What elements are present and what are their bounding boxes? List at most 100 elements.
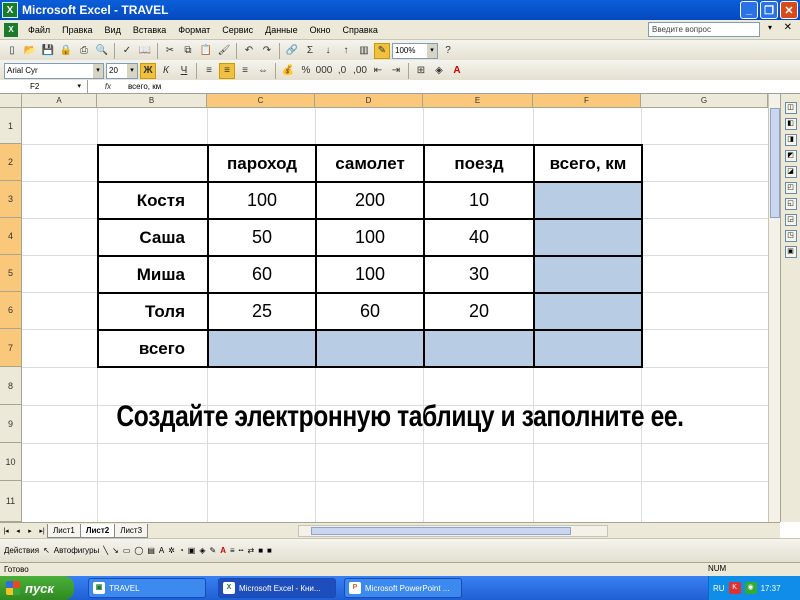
document-close-icon[interactable]: ✕ xyxy=(784,22,792,33)
close-button[interactable]: ✕ xyxy=(780,1,798,19)
permission-icon[interactable]: 🔒 xyxy=(58,43,74,59)
row-header-6[interactable]: 6 xyxy=(0,292,22,329)
name-box[interactable]: F2 ▾ xyxy=(0,79,88,94)
font-color-icon[interactable]: A xyxy=(220,546,226,555)
table-cell[interactable]: 100 xyxy=(207,181,317,220)
total-km-cell[interactable] xyxy=(533,218,643,257)
redo-icon[interactable]: ↷ xyxy=(259,43,275,59)
menu-view[interactable]: Вид xyxy=(99,25,127,35)
vertical-scrollbar[interactable] xyxy=(768,94,780,522)
font-size-select[interactable]: 20 ▾ xyxy=(106,62,138,79)
help-icon[interactable]: ? xyxy=(440,43,456,59)
table-cell[interactable]: 100 xyxy=(315,255,425,294)
insert-function-icon[interactable]: fx xyxy=(88,82,128,91)
total-row-label[interactable]: всего xyxy=(97,329,209,368)
draw-actions-menu[interactable]: Действия xyxy=(4,546,39,555)
line-color-icon[interactable]: ✎ xyxy=(210,546,217,555)
total-km-cell[interactable] xyxy=(533,255,643,294)
align-left-icon[interactable]: ≡ xyxy=(201,63,217,79)
picture-icon[interactable]: ▣ xyxy=(188,546,196,555)
menu-tools[interactable]: Сервис xyxy=(216,25,259,35)
save-icon[interactable]: 💾 xyxy=(40,43,56,59)
autoshapes-menu[interactable]: Автофигуры xyxy=(54,546,100,555)
excel-doc-icon[interactable]: X xyxy=(4,22,18,37)
decrease-decimal-icon[interactable]: ,00 xyxy=(352,63,368,79)
format-painter-icon[interactable]: 🖌 xyxy=(216,43,232,59)
column-header-d[interactable]: D xyxy=(315,94,423,108)
clipart-icon[interactable]: ◔ xyxy=(179,546,184,555)
row-label[interactable]: Костя xyxy=(97,181,209,220)
3d-icon[interactable]: ■ xyxy=(267,546,272,555)
language-indicator[interactable]: RU xyxy=(713,584,725,593)
fill-color-icon[interactable]: ◈ xyxy=(431,63,447,79)
wordart-icon[interactable]: A xyxy=(159,546,164,555)
diagram-icon[interactable]: ✲ xyxy=(168,546,175,555)
header-airplane[interactable]: самолет xyxy=(315,144,425,183)
arrow-icon[interactable]: ↘ xyxy=(112,546,119,555)
table-cell[interactable]: 200 xyxy=(315,181,425,220)
row-header-7[interactable]: 7 xyxy=(0,329,22,367)
help-search-input[interactable]: Введите вопрос xyxy=(648,22,760,37)
oval-icon[interactable]: ◯ xyxy=(134,546,143,555)
total-cell[interactable] xyxy=(533,329,643,368)
decrease-indent-icon[interactable]: ⇤ xyxy=(370,63,386,79)
table-cell[interactable]: 100 xyxy=(315,218,425,257)
open-icon[interactable]: 📂 xyxy=(22,43,38,59)
taskbar-item-powerpoint[interactable]: P Microsoft PowerPoint ... xyxy=(344,578,462,598)
sheet-tab-2[interactable]: Лист2 xyxy=(79,523,116,538)
sheet-tab-3[interactable]: Лист3 xyxy=(114,523,149,538)
underline-button[interactable]: Ч xyxy=(176,63,192,79)
row-header-10[interactable]: 10 xyxy=(0,443,22,481)
menu-help[interactable]: Справка xyxy=(337,25,384,35)
font-color-icon[interactable]: A xyxy=(449,63,465,79)
tool-icon[interactable]: ◲ xyxy=(784,214,797,226)
align-center-icon[interactable]: ≡ xyxy=(219,62,235,79)
column-header-f[interactable]: F xyxy=(533,94,641,108)
sort-ascending-icon[interactable]: ↓ xyxy=(320,43,336,59)
table-cell[interactable]: 60 xyxy=(315,292,425,331)
row-header-8[interactable]: 8 xyxy=(0,367,22,405)
hyperlink-icon[interactable]: 🔗 xyxy=(284,43,300,59)
total-cell[interactable] xyxy=(423,329,535,368)
row-header-4[interactable]: 4 xyxy=(0,218,22,255)
vertical-scroll-thumb[interactable] xyxy=(770,108,780,218)
prev-sheet-icon[interactable]: ◂ xyxy=(12,527,24,535)
thousands-icon[interactable]: 000 xyxy=(316,63,333,79)
table-cell[interactable]: 25 xyxy=(207,292,317,331)
autosum-icon[interactable]: Σ xyxy=(302,43,318,59)
start-button[interactable]: пуск xyxy=(0,576,74,600)
row-label[interactable]: Саша xyxy=(97,218,209,257)
row-label[interactable]: Толя xyxy=(97,292,209,331)
column-header-b[interactable]: B xyxy=(97,94,207,108)
formula-input[interactable]: всего, км xyxy=(128,82,161,91)
table-cell-b2[interactable] xyxy=(97,144,209,183)
tool-icon[interactable]: ◰ xyxy=(784,182,797,194)
fill-color-icon[interactable]: ◈ xyxy=(199,546,205,555)
line-icon[interactable]: ╲ xyxy=(103,546,108,555)
next-sheet-icon[interactable]: ▸ xyxy=(24,527,36,535)
row-header-11[interactable]: 11 xyxy=(0,481,22,522)
tool-icon[interactable]: ◳ xyxy=(784,230,797,242)
row-header-5[interactable]: 5 xyxy=(0,255,22,292)
row-header-3[interactable]: 3 xyxy=(0,181,22,218)
menu-data[interactable]: Данные xyxy=(259,25,304,35)
horizontal-scroll-thumb[interactable] xyxy=(311,526,572,535)
align-right-icon[interactable]: ≡ xyxy=(237,63,253,79)
font-name-dropdown-icon[interactable]: ▾ xyxy=(93,63,103,78)
table-cell[interactable]: 10 xyxy=(423,181,535,220)
first-sheet-icon[interactable]: |◂ xyxy=(0,527,12,535)
table-cell[interactable]: 50 xyxy=(207,218,317,257)
select-objects-icon[interactable]: ↖ xyxy=(43,546,50,555)
font-size-dropdown-icon[interactable]: ▾ xyxy=(127,63,137,78)
arrow-style-icon[interactable]: ⇄ xyxy=(247,546,254,555)
tool-icon[interactable]: ◱ xyxy=(784,198,797,210)
menu-edit[interactable]: Правка xyxy=(56,25,98,35)
select-all-corner[interactable] xyxy=(0,94,22,108)
textbox-icon[interactable]: ▤ xyxy=(147,546,155,555)
column-header-a[interactable]: A xyxy=(22,94,97,108)
column-header-e[interactable]: E xyxy=(423,94,533,108)
borders-icon[interactable]: ⊞ xyxy=(413,63,429,79)
dash-style-icon[interactable]: ┅ xyxy=(239,546,244,555)
row-header-9[interactable]: 9 xyxy=(0,405,22,443)
table-cell[interactable]: 30 xyxy=(423,255,535,294)
